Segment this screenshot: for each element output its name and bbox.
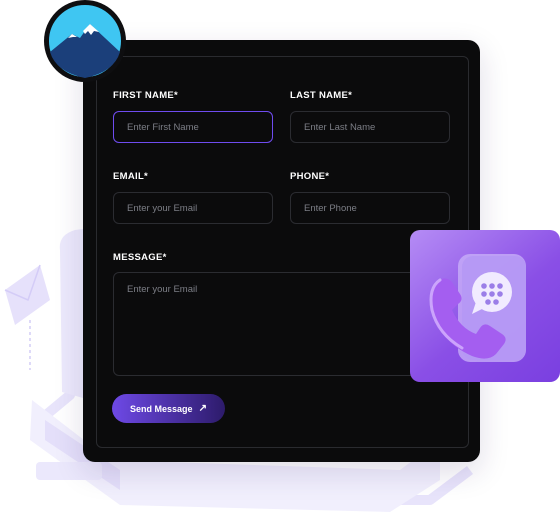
arrow-up-right-icon: ↗	[198, 402, 207, 414]
phone-label: PHONE*	[290, 171, 330, 182]
envelope-icon	[4, 264, 50, 325]
email-label: EMAIL*	[113, 171, 149, 182]
mountain-icon	[45, 1, 125, 81]
last-name-input[interactable]	[290, 111, 450, 143]
phone-chat-icon	[429, 254, 526, 362]
first-name-input[interactable]	[113, 111, 273, 143]
send-message-label: Send Message	[130, 403, 193, 414]
email-input[interactable]	[113, 192, 273, 224]
message-label: MESSAGE*	[113, 252, 167, 263]
phone-chat-tile	[410, 230, 560, 382]
first-name-label: FIRST NAME*	[113, 90, 179, 101]
last-name-label: LAST NAME*	[290, 90, 353, 101]
send-message-button[interactable]: Send Message ↗	[112, 394, 225, 423]
phone-input[interactable]	[290, 192, 450, 224]
mountain-logo	[44, 0, 126, 82]
message-textarea[interactable]	[113, 272, 433, 376]
